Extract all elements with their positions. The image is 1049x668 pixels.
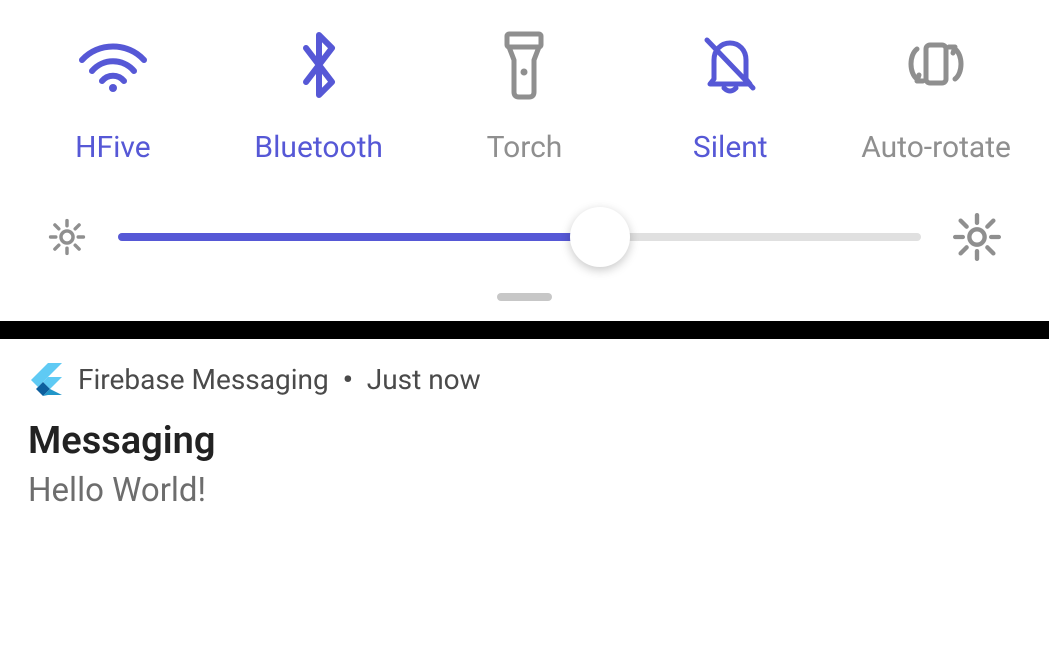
auto-rotate-icon	[901, 30, 971, 100]
brightness-slider[interactable]	[118, 233, 921, 241]
notification-body: Hello World!	[28, 471, 1021, 510]
toggle-wifi[interactable]: HFive	[18, 30, 208, 165]
panel-divider	[0, 321, 1049, 339]
wifi-icon	[78, 30, 148, 100]
notification-separator: •	[343, 363, 353, 396]
brightness-slider-fill	[118, 233, 600, 241]
toggle-silent-label: Silent	[693, 130, 768, 165]
brightness-row	[0, 165, 1049, 273]
bluetooth-icon	[296, 30, 342, 100]
notification-app-name: Firebase Messaging	[78, 363, 329, 396]
quick-settings-panel: HFive Bluetooth Torch	[0, 0, 1049, 321]
brightness-slider-thumb[interactable]	[570, 207, 630, 267]
toggle-bluetooth-label: Bluetooth	[254, 130, 383, 165]
bell-off-icon	[697, 30, 763, 100]
notification-timestamp: Just now	[367, 363, 481, 396]
toggle-silent[interactable]: Silent	[635, 30, 825, 165]
brightness-low-icon	[48, 218, 86, 256]
toggle-torch-label: Torch	[487, 130, 563, 165]
flutter-icon	[28, 361, 64, 397]
toggle-torch[interactable]: Torch	[429, 30, 619, 165]
torch-icon	[499, 30, 549, 100]
quick-settings-toggles: HFive Bluetooth Torch	[0, 0, 1049, 165]
notification-title: Messaging	[28, 419, 1021, 463]
toggle-bluetooth[interactable]: Bluetooth	[224, 30, 414, 165]
brightness-high-icon	[953, 213, 1001, 261]
notification-card[interactable]: Firebase Messaging • Just now Messaging …	[0, 339, 1049, 518]
notification-header: Firebase Messaging • Just now	[28, 361, 1021, 397]
toggle-auto-rotate[interactable]: Auto-rotate	[841, 30, 1031, 165]
toggle-wifi-label: HFive	[75, 130, 151, 165]
toggle-auto-rotate-label: Auto-rotate	[861, 130, 1011, 165]
panel-drag-handle[interactable]	[497, 293, 552, 301]
